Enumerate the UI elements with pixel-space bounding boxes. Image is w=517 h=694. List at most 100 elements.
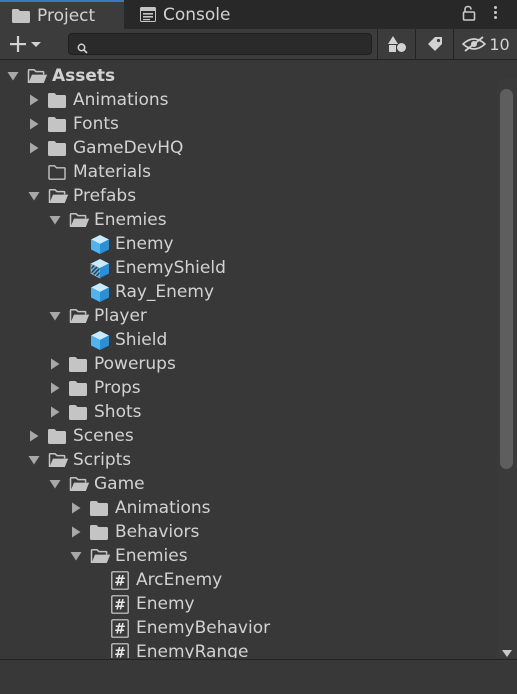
collapse-arrow-icon[interactable] <box>27 424 41 448</box>
expand-arrow-icon[interactable] <box>27 184 41 208</box>
tree-item-label: Scenes <box>73 426 134 446</box>
tree-item-label: Ray_Enemy <box>115 282 215 302</box>
tree-item-label: Shield <box>115 330 168 350</box>
tab-console-label: Console <box>163 4 231 25</box>
tree-row[interactable]: EnemyShield <box>0 256 496 280</box>
script-icon: # <box>111 568 129 592</box>
folder-open-icon <box>69 208 90 232</box>
tree-item-label: Materials <box>73 162 151 182</box>
svg-text:#: # <box>114 621 126 637</box>
search-by-label-button[interactable] <box>415 29 454 59</box>
prefab-icon <box>90 232 110 256</box>
script-icon: # <box>111 640 129 658</box>
tree-item-label: Fonts <box>73 114 119 134</box>
tree-row[interactable]: Enemy <box>0 232 496 256</box>
tree-row[interactable]: Prefabs <box>0 184 496 208</box>
search-field[interactable] <box>68 33 372 55</box>
svg-text:#: # <box>114 573 126 589</box>
plus-icon <box>10 36 26 52</box>
tree-item-label: Enemy <box>136 594 195 614</box>
tree-row[interactable]: # EnemyBehavior <box>0 616 496 640</box>
tag-icon <box>428 37 442 51</box>
tree-row[interactable]: Game <box>0 472 496 496</box>
folder-open-icon <box>69 472 90 496</box>
prefab-icon <box>90 280 110 304</box>
vertical-scrollbar[interactable] <box>497 79 517 658</box>
tree-item-label: Game <box>94 474 145 494</box>
svg-text:#: # <box>114 645 126 658</box>
folder-open-icon <box>48 184 69 208</box>
tree-row[interactable]: # Enemy <box>0 592 496 616</box>
tree-row[interactable]: Scripts <box>0 448 496 472</box>
expand-arrow-icon[interactable] <box>69 544 83 568</box>
folder-icon <box>48 136 66 160</box>
expand-arrow-icon[interactable] <box>27 448 41 472</box>
search-by-type-button[interactable] <box>377 29 416 59</box>
collapse-arrow-icon[interactable] <box>69 520 83 544</box>
folder-icon <box>12 8 30 23</box>
tree-row[interactable]: Behaviors <box>0 520 496 544</box>
chevron-down-icon <box>31 42 41 47</box>
tree-row[interactable]: Ray_Enemy <box>0 280 496 304</box>
script-icon: # <box>111 592 129 616</box>
tree-item-label: Prefabs <box>73 186 137 206</box>
tree-row[interactable]: Shield <box>0 328 496 352</box>
expand-arrow-icon[interactable] <box>48 472 62 496</box>
tree-row[interactable]: Enemies <box>0 544 496 568</box>
folder-icon <box>90 496 108 520</box>
tree-row[interactable]: GameDevHQ <box>0 136 496 160</box>
collapse-arrow-icon[interactable] <box>27 88 41 112</box>
scrollbar-thumb[interactable] <box>500 89 513 469</box>
tab-project[interactable]: Project <box>0 0 124 29</box>
more-options-icon[interactable] <box>491 4 499 24</box>
status-bar <box>0 659 517 694</box>
folder-icon <box>69 376 87 400</box>
tree-item-label: EnemyShield <box>115 258 226 278</box>
lock-icon[interactable] <box>462 5 476 25</box>
tree-row[interactable]: Fonts <box>0 112 496 136</box>
tree-item-label: EnemyBehavior <box>136 618 271 638</box>
folder-icon <box>69 400 87 424</box>
expand-arrow-icon[interactable] <box>48 208 62 232</box>
tab-console[interactable]: Console <box>128 0 258 29</box>
tree-item-label: GameDevHQ <box>73 138 184 158</box>
folder-icon <box>48 112 66 136</box>
tree-row[interactable]: Animations <box>0 496 496 520</box>
tab-project-label: Project <box>37 5 96 26</box>
tree-row[interactable]: Assets <box>0 64 496 88</box>
collapse-arrow-icon[interactable] <box>69 496 83 520</box>
tree-row[interactable]: Powerups <box>0 352 496 376</box>
expand-arrow-icon[interactable] <box>6 64 20 88</box>
collapse-arrow-icon[interactable] <box>27 136 41 160</box>
folder-icon <box>48 424 66 448</box>
tree-row[interactable]: # EnemyRange <box>0 640 496 658</box>
prefab-icon <box>90 328 110 352</box>
collapse-arrow-icon[interactable] <box>48 352 62 376</box>
folder-open-icon <box>48 448 69 472</box>
search-input[interactable] <box>93 35 367 55</box>
tree-row[interactable]: Props <box>0 376 496 400</box>
tree-item-label: ArcEnemy <box>136 570 223 590</box>
tree-item-label: Props <box>94 378 141 398</box>
tree-row[interactable]: Shots <box>0 400 496 424</box>
collapse-arrow-icon[interactable] <box>48 376 62 400</box>
expand-arrow-icon[interactable] <box>48 304 62 328</box>
create-button[interactable] <box>8 33 50 55</box>
toolbar: 10 <box>0 29 517 60</box>
tree-row[interactable]: Scenes <box>0 424 496 448</box>
collapse-arrow-icon[interactable] <box>48 400 62 424</box>
tree-row[interactable]: Player <box>0 304 496 328</box>
tree-item-label: Enemies <box>94 210 167 230</box>
tree-row[interactable]: Materials <box>0 160 496 184</box>
tree-item-label: Assets <box>52 66 116 86</box>
hidden-packages-toggle[interactable]: 10 <box>453 29 517 59</box>
tree-row[interactable]: Enemies <box>0 208 496 232</box>
tree-row[interactable]: # ArcEnemy <box>0 568 496 592</box>
project-tree: Assets Animations Fonts GameDevHQ Materials P… <box>0 64 496 658</box>
collapse-arrow-icon[interactable] <box>27 112 41 136</box>
tree-item-label: EnemyRange <box>136 642 249 658</box>
script-icon: # <box>111 616 129 640</box>
folder-icon <box>69 352 87 376</box>
folder-icon <box>48 88 66 112</box>
tree-row[interactable]: Animations <box>0 88 496 112</box>
